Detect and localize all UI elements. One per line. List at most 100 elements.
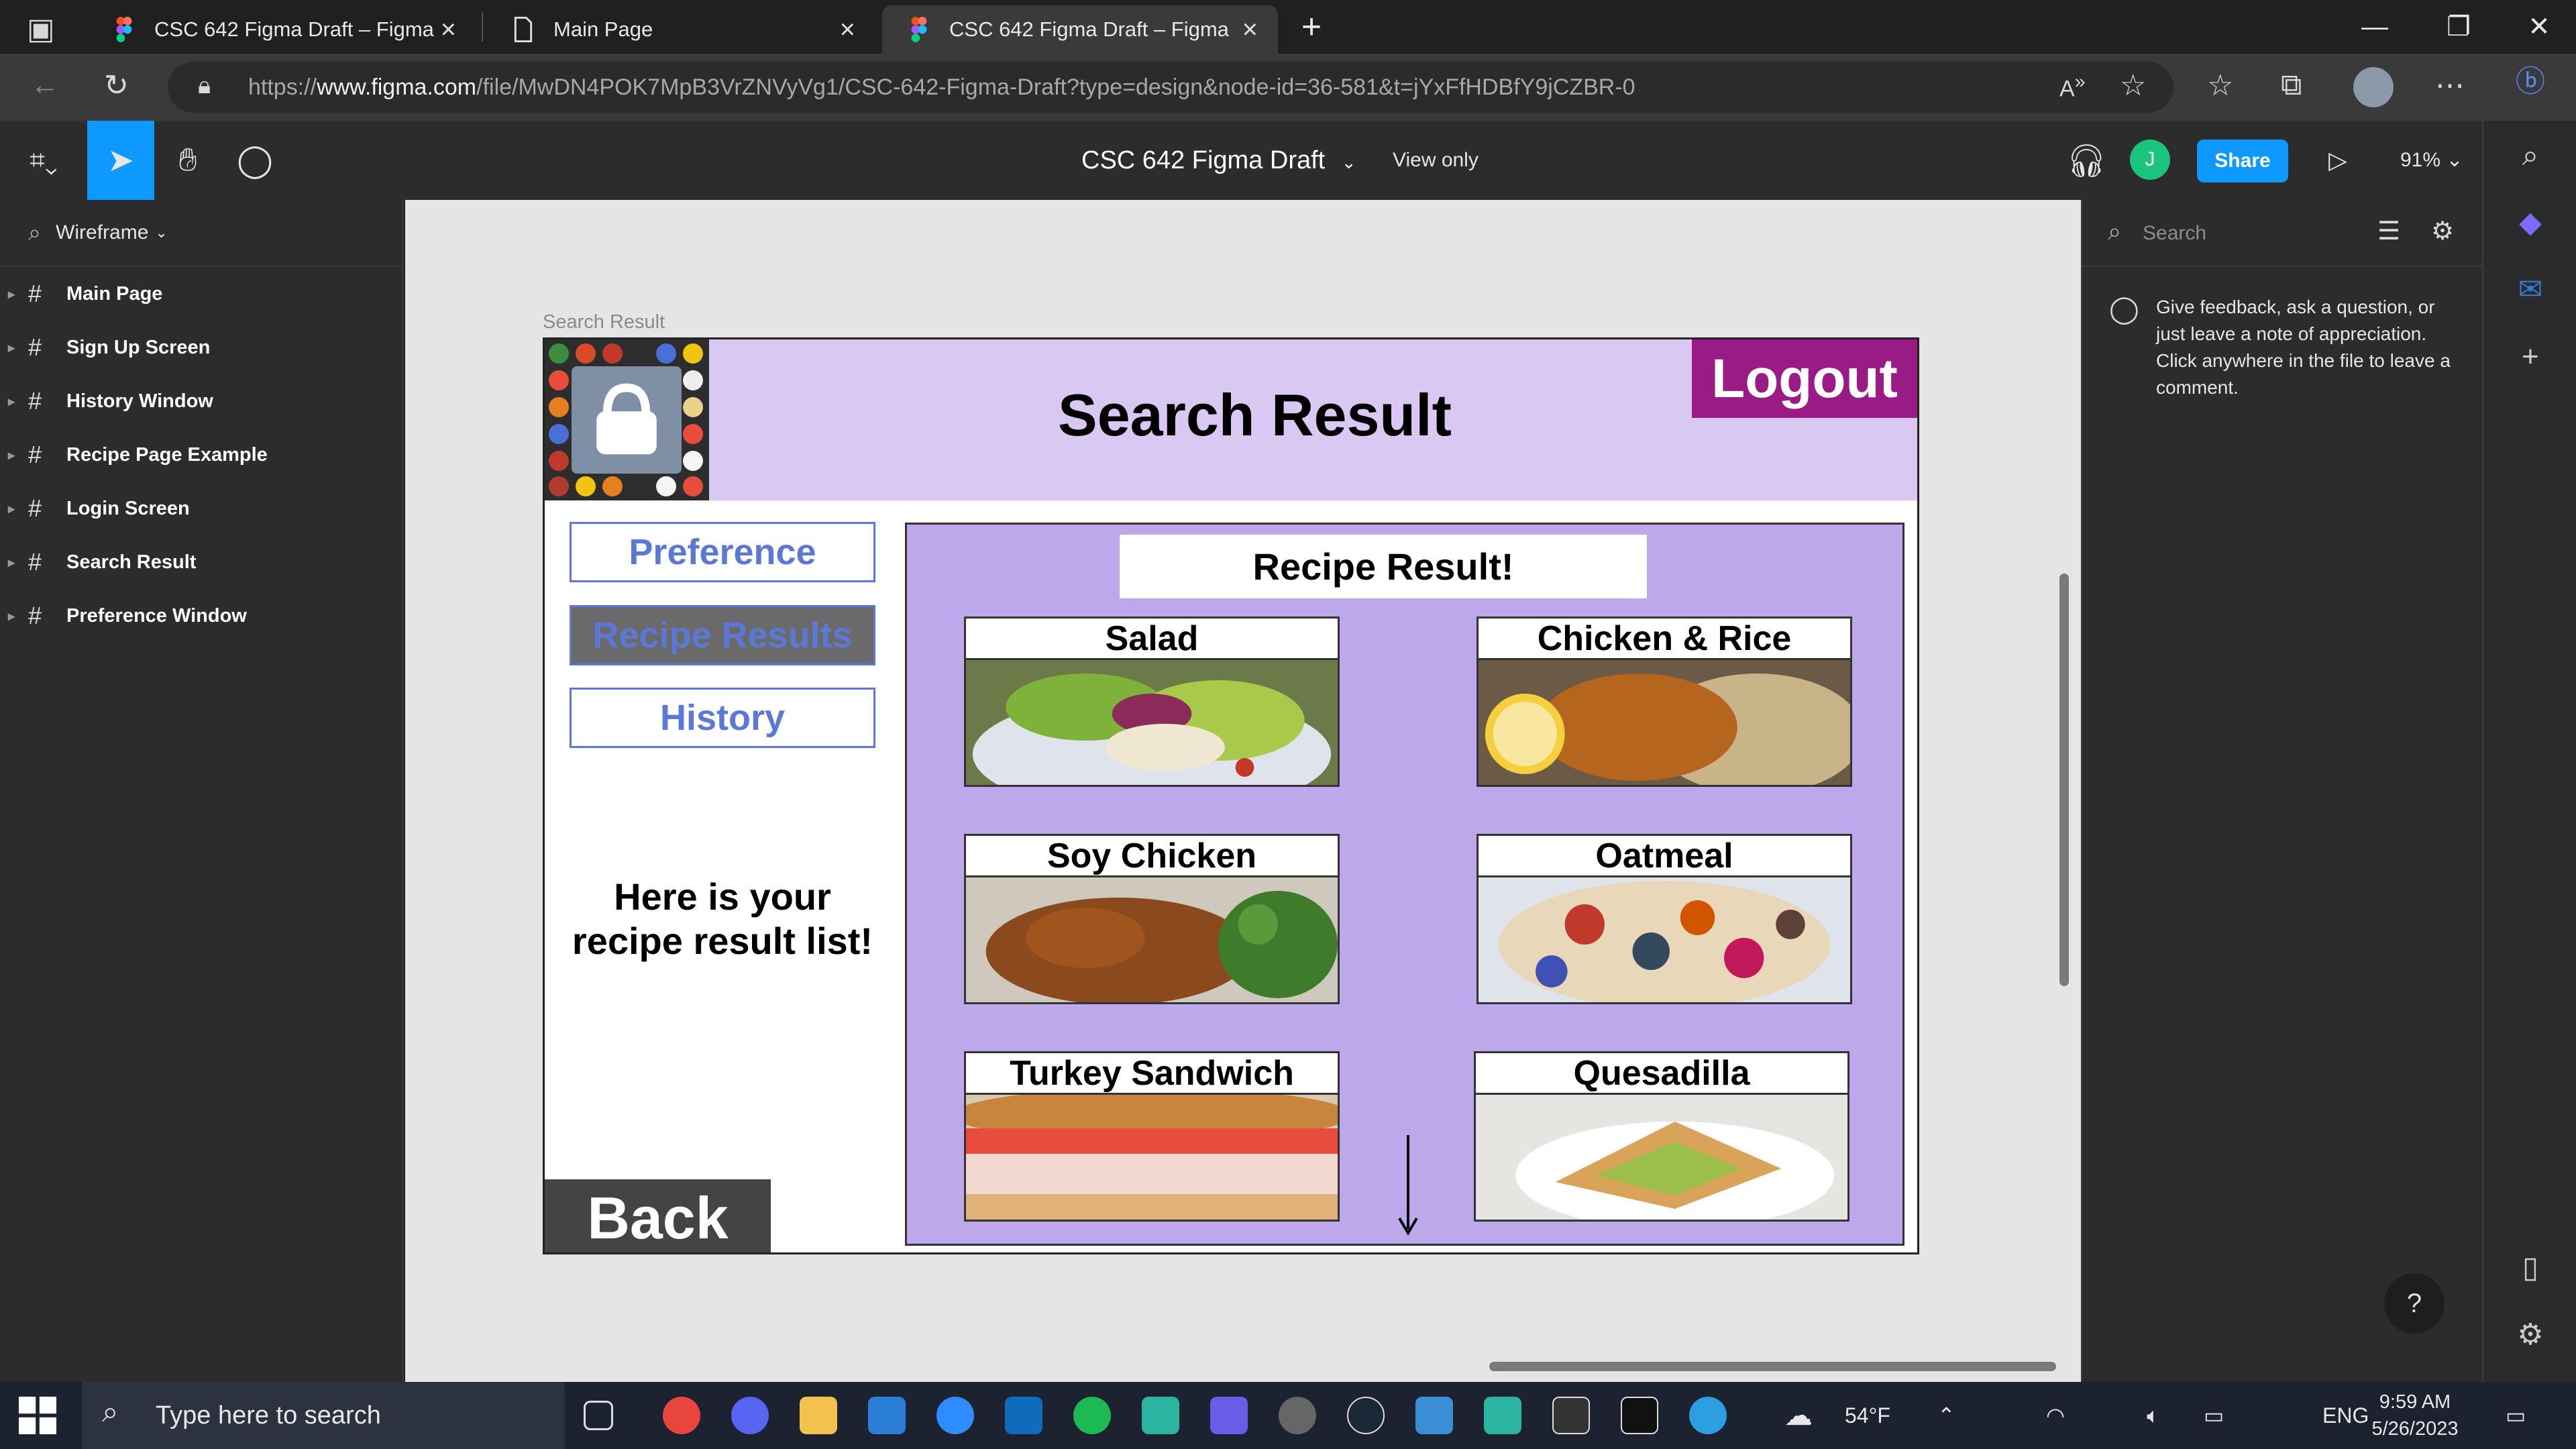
battery-icon[interactable]: ▭ bbox=[2204, 1382, 2224, 1449]
present-play-icon[interactable]: ▷ bbox=[2304, 121, 2371, 200]
search-icon[interactable]: ⌕ bbox=[28, 220, 41, 246]
share-button[interactable]: Share bbox=[2197, 140, 2288, 182]
recipe-card-soy-chicken[interactable]: Soy Chicken bbox=[964, 834, 1340, 1004]
volume-icon[interactable]: 🔈︎ bbox=[2147, 1382, 2159, 1449]
recipe-card-chicken-rice[interactable]: Chicken & Rice bbox=[1477, 616, 1852, 787]
windows-start-icon[interactable] bbox=[19, 1397, 56, 1434]
read-aloud-icon[interactable]: A» bbox=[2059, 71, 2085, 102]
hand-tool-icon[interactable]: ✋︎ bbox=[154, 121, 221, 200]
new-tab-button[interactable]: + bbox=[1271, 7, 1352, 47]
close-tab-icon[interactable]: × bbox=[1242, 15, 1258, 45]
restore-button[interactable]: ❐ bbox=[2418, 7, 2499, 47]
filter-icon[interactable]: ☰ bbox=[2377, 216, 2400, 246]
bing-chat-icon[interactable]: ⓑ bbox=[2510, 62, 2551, 102]
back-arrow-icon[interactable]: ← bbox=[30, 68, 60, 102]
back-button[interactable]: Back bbox=[545, 1179, 771, 1252]
preference-button[interactable]: Preference bbox=[570, 522, 875, 582]
expand-caret-icon[interactable]: ▸ bbox=[8, 608, 15, 625]
canvas-horizontal-scrollbar[interactable] bbox=[1489, 1362, 2056, 1371]
comment-search[interactable]: ⌕ Search ☰ ⚙︎ bbox=[2082, 200, 2483, 267]
zoom-control[interactable]: 91% ⌄ bbox=[2400, 121, 2463, 200]
recipe-results-button[interactable]: Recipe Results bbox=[570, 605, 875, 665]
discord-icon[interactable] bbox=[731, 1397, 769, 1434]
split-screen-icon[interactable]: ▯ bbox=[2510, 1248, 2551, 1288]
tab-actions-icon[interactable]: ▣ bbox=[27, 12, 55, 46]
taskbar-search-input[interactable]: Type here to search bbox=[156, 1382, 381, 1449]
minimize-button[interactable]: — bbox=[2334, 7, 2415, 47]
comment-search-input[interactable]: Search bbox=[2143, 200, 2206, 267]
clock[interactable]: 9:59 AM 5/26/2023 bbox=[2348, 1389, 2482, 1442]
wifi-icon[interactable]: ◠ bbox=[2046, 1382, 2065, 1449]
search-result-frame[interactable]: Search Result Logout Preference Recipe R… bbox=[543, 337, 1919, 1254]
frame-label[interactable]: Search Result bbox=[543, 311, 665, 333]
photos-icon[interactable] bbox=[1415, 1397, 1453, 1434]
weather-temp[interactable]: 54°F bbox=[1845, 1382, 1890, 1449]
settings-sliders-icon[interactable]: ⚙︎ bbox=[2431, 216, 2454, 246]
terminal-icon[interactable] bbox=[1552, 1397, 1590, 1434]
spotify-icon[interactable] bbox=[1073, 1397, 1111, 1434]
address-input[interactable]: 🔒︎ https://www.figma.com/file/MwDN4POK7M… bbox=[168, 62, 2174, 113]
layer-item-history-window[interactable]: ▸ # History Window bbox=[0, 374, 402, 428]
canvas-vertical-scrollbar[interactable] bbox=[2059, 574, 2069, 986]
notifications-icon[interactable]: ▭ bbox=[2506, 1382, 2526, 1449]
outlook-icon[interactable]: ✉︎ bbox=[2510, 270, 2551, 310]
recipe-card-salad[interactable]: Salad bbox=[964, 616, 1340, 787]
layer-item-login[interactable]: ▸ # Login Screen bbox=[0, 482, 402, 535]
recipe-card-oatmeal[interactable]: Oatmeal bbox=[1477, 834, 1852, 1004]
command-prompt-icon[interactable] bbox=[1621, 1397, 1658, 1434]
refresh-icon[interactable]: ↻ bbox=[104, 68, 129, 103]
gitkraken-2-icon[interactable] bbox=[1484, 1397, 1521, 1434]
file-explorer-icon[interactable] bbox=[800, 1397, 837, 1434]
avatar[interactable]: J bbox=[2130, 140, 2170, 180]
tab-figma-active[interactable]: CSC 642 Figma Draft – Figma × bbox=[882, 5, 1278, 54]
layer-item-search-result[interactable]: ▸ # Search Result bbox=[0, 535, 402, 589]
expand-caret-icon[interactable]: ▸ bbox=[8, 447, 15, 464]
steam-icon[interactable] bbox=[1347, 1397, 1385, 1434]
copilot-icon[interactable]: ◆ bbox=[2510, 203, 2551, 243]
layer-item-main-page[interactable]: ▸ # Main Page bbox=[0, 267, 402, 321]
settings-app-icon[interactable] bbox=[1279, 1397, 1316, 1434]
expand-caret-icon[interactable]: ▸ bbox=[8, 500, 15, 517]
profile-avatar[interactable] bbox=[2353, 67, 2394, 107]
power-automate-icon[interactable] bbox=[1210, 1397, 1248, 1434]
expand-caret-icon[interactable]: ▸ bbox=[8, 554, 15, 571]
more-options-icon[interactable]: ⋯ bbox=[2435, 68, 2465, 103]
file-title[interactable]: CSC 642 Figma Draft ⌄ bbox=[1081, 121, 1356, 200]
tab-main-page[interactable]: Main Page × bbox=[486, 5, 875, 54]
expand-caret-icon[interactable]: ▸ bbox=[8, 339, 15, 356]
chevron-up-icon[interactable]: ⌃ bbox=[1937, 1382, 1955, 1449]
chrome-icon[interactable] bbox=[663, 1397, 700, 1434]
logout-button[interactable]: Logout bbox=[1692, 339, 1917, 418]
favorites-icon[interactable]: ☆ bbox=[2207, 68, 2233, 103]
edge-icon[interactable] bbox=[1689, 1397, 1727, 1434]
add-favorite-icon[interactable]: ☆ bbox=[2120, 68, 2146, 103]
tab-figma-1[interactable]: CSC 642 Figma Draft – Figma × bbox=[87, 5, 476, 54]
vscode-icon[interactable] bbox=[868, 1397, 906, 1434]
collections-icon[interactable]: ⧉ bbox=[2281, 68, 2302, 102]
close-tab-icon[interactable]: × bbox=[840, 15, 855, 45]
history-button[interactable]: History bbox=[570, 688, 875, 748]
close-tab-icon[interactable]: × bbox=[441, 15, 456, 45]
outlook-app-icon[interactable] bbox=[1005, 1397, 1042, 1434]
zoom-icon[interactable] bbox=[936, 1397, 974, 1434]
expand-caret-icon[interactable]: ▸ bbox=[8, 286, 15, 303]
taskbar-search[interactable]: ⌕ Type here to search bbox=[82, 1382, 565, 1449]
recipe-card-turkey-sandwich[interactable]: Turkey Sandwich bbox=[964, 1051, 1340, 1222]
gitkraken-icon[interactable] bbox=[1142, 1397, 1179, 1434]
help-button[interactable]: ? bbox=[2384, 1273, 2445, 1334]
layer-item-recipe-page[interactable]: ▸ # Recipe Page Example bbox=[0, 428, 402, 482]
search-icon[interactable]: ⌕ bbox=[2510, 136, 2551, 176]
main-menu-icon[interactable]: ⌗⌄ bbox=[13, 121, 74, 200]
layer-item-preference-window[interactable]: ▸ # Preference Window bbox=[0, 589, 402, 643]
settings-gear-icon[interactable]: ⚙︎ bbox=[2510, 1315, 2551, 1355]
page-selector[interactable]: ⌕ Wireframe ⌄ bbox=[0, 200, 402, 267]
task-view-icon[interactable] bbox=[584, 1401, 613, 1430]
recipe-card-quesadilla[interactable]: Quesadilla bbox=[1474, 1051, 1849, 1222]
close-window-button[interactable]: ✕ bbox=[2499, 7, 2576, 47]
layer-item-sign-up[interactable]: ▸ # Sign Up Screen bbox=[0, 321, 402, 374]
add-sidebar-app-icon[interactable]: + bbox=[2510, 337, 2551, 377]
headphones-icon[interactable]: 🎧︎ bbox=[2053, 121, 2120, 200]
move-tool-icon[interactable]: ➤ bbox=[87, 121, 154, 200]
expand-caret-icon[interactable]: ▸ bbox=[8, 393, 15, 410]
weather-icon[interactable]: ☁︎ bbox=[1784, 1382, 1813, 1449]
